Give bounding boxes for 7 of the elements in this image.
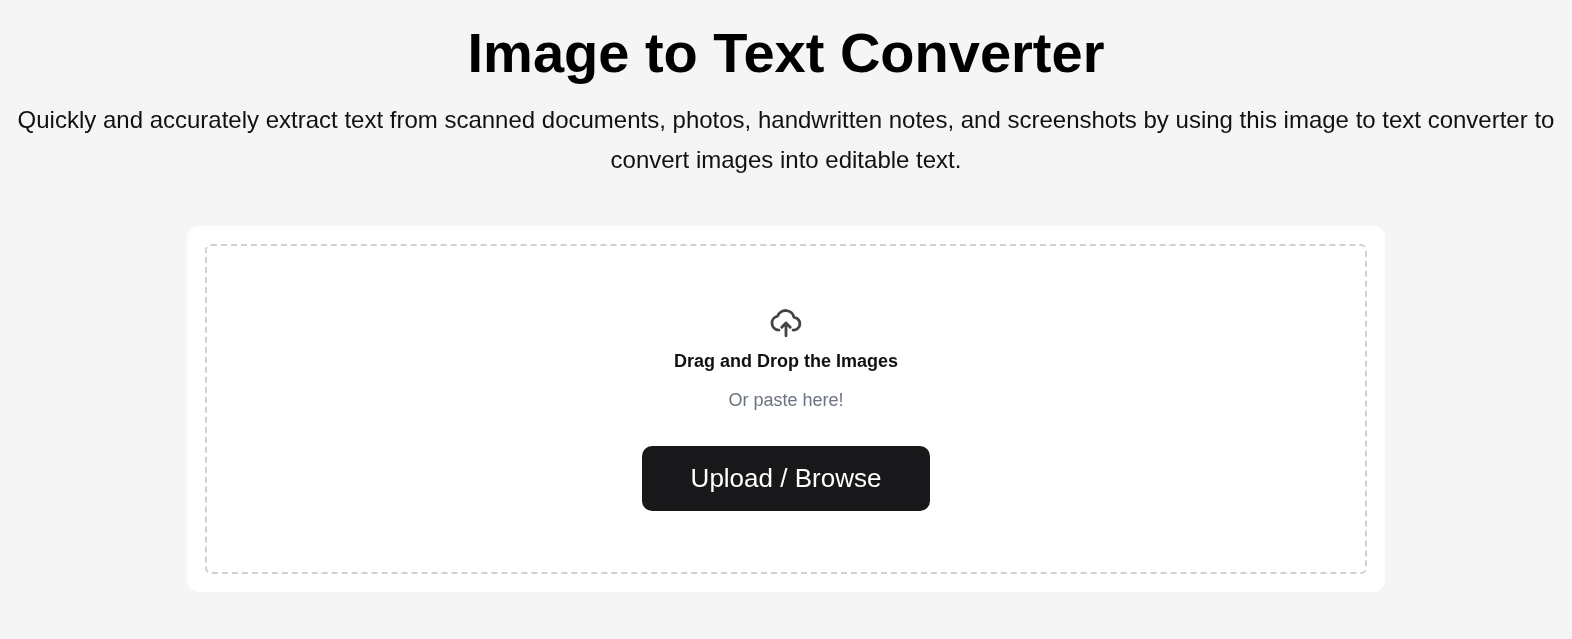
- paste-hint: Or paste here!: [728, 389, 844, 412]
- upload-cloud-icon: [769, 306, 803, 340]
- drop-heading: Drag and Drop the Images: [673, 350, 898, 373]
- page-title: Image to Text Converter: [467, 20, 1105, 86]
- page-description: Quickly and accurately extract text from scanned documents, photos, handwritten notes, and screenshots by using this image to text converter to convert images into editable text.: [16, 105, 1556, 175]
- drop-zone[interactable]: Drag and Drop the Images Or paste here! Upload / Browse: [205, 244, 1367, 574]
- upload-button[interactable]: Upload / Browse: [642, 446, 930, 511]
